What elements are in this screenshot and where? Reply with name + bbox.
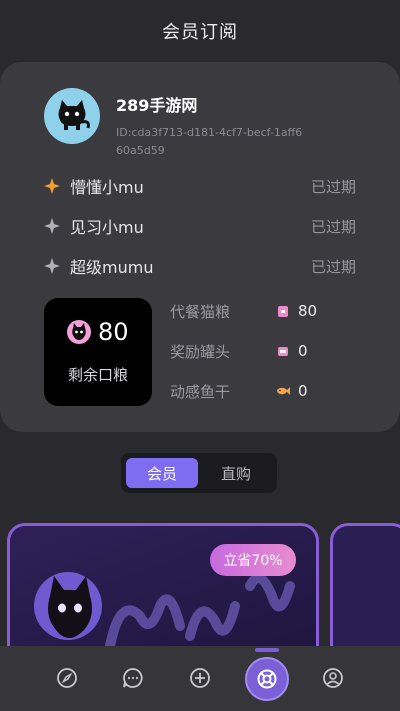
tier-name: 超级mumu — [70, 258, 154, 277]
tier-status: 已过期 — [310, 177, 356, 196]
chat-icon[interactable] — [121, 666, 145, 690]
can-icon — [278, 347, 288, 356]
page-title: 会员订阅 — [162, 22, 238, 43]
discount-badge: 立省70% — [210, 544, 296, 576]
tier-name: 见习小mu — [70, 218, 144, 237]
purchase-type-tabs: 会员 直购 — [121, 453, 277, 493]
cat-food-icon — [278, 306, 288, 317]
tab-membership[interactable]: 会员 — [126, 458, 198, 488]
active-indicator — [255, 648, 279, 652]
tier-name: 懵懂小mu — [70, 178, 144, 197]
bottom-nav — [0, 646, 400, 711]
black-cat-avatar-icon — [58, 100, 90, 130]
profile-info: 289手游网 ID:cda3f713-d181-4cf7-becf-1aff66… — [116, 88, 306, 160]
tier-row-1: 懵懂小mu 已过期 — [44, 172, 356, 200]
stat-value: 0 — [298, 382, 308, 400]
stat-row-can: 奖励罐头 0 — [170, 338, 330, 364]
lifebuoy-icon — [257, 669, 277, 689]
cat-coin-icon — [67, 320, 91, 344]
next-plan-card[interactable] — [330, 523, 400, 663]
compass-icon[interactable] — [55, 666, 79, 690]
membership-card: 289手游网 ID:cda3f713-d181-4cf7-becf-1aff66… — [0, 62, 400, 432]
plus-icon[interactable] — [188, 666, 212, 690]
top-bar: 会员订阅 — [0, 0, 400, 62]
user-id[interactable]: ID:cda3f713-d181-4cf7-becf-1aff660a5d59 — [116, 124, 306, 160]
remaining-food-box: 80 剩余口粮 — [44, 298, 152, 406]
stat-row-cat-food: 代餐猫粮 80 — [170, 298, 330, 324]
fish-icon — [277, 387, 290, 395]
stat-label: 代餐猫粮 — [170, 302, 231, 321]
avatar[interactable] — [44, 88, 100, 144]
tier-status: 已过期 — [310, 257, 356, 276]
food-label: 剩余口粮 — [67, 366, 128, 384]
food-count: 80 — [98, 318, 129, 346]
tab-direct-purchase[interactable]: 直购 — [200, 458, 272, 488]
profile-icon[interactable] — [321, 666, 345, 690]
stat-label: 动感鱼干 — [170, 382, 231, 401]
stat-value: 80 — [298, 302, 318, 320]
tier-status: 已过期 — [310, 217, 356, 236]
stat-label: 奖励罐头 — [170, 342, 231, 361]
grey-star-icon — [44, 218, 60, 234]
stat-row-fish: 动感鱼干 0 — [170, 378, 330, 404]
food-count-row: 80 — [66, 318, 129, 346]
tier-row-3: 超级mumu 已过期 — [44, 252, 356, 280]
profile-section: 289手游网 ID:cda3f713-d181-4cf7-becf-1aff66… — [44, 88, 306, 160]
stat-value: 0 — [298, 342, 308, 360]
username: 289手游网 — [116, 96, 198, 115]
tier-row-2: 见习小mu 已过期 — [44, 212, 356, 240]
grey-star-icon — [44, 258, 60, 274]
nav-membership-button[interactable] — [245, 657, 289, 701]
orange-star-icon — [44, 178, 60, 194]
